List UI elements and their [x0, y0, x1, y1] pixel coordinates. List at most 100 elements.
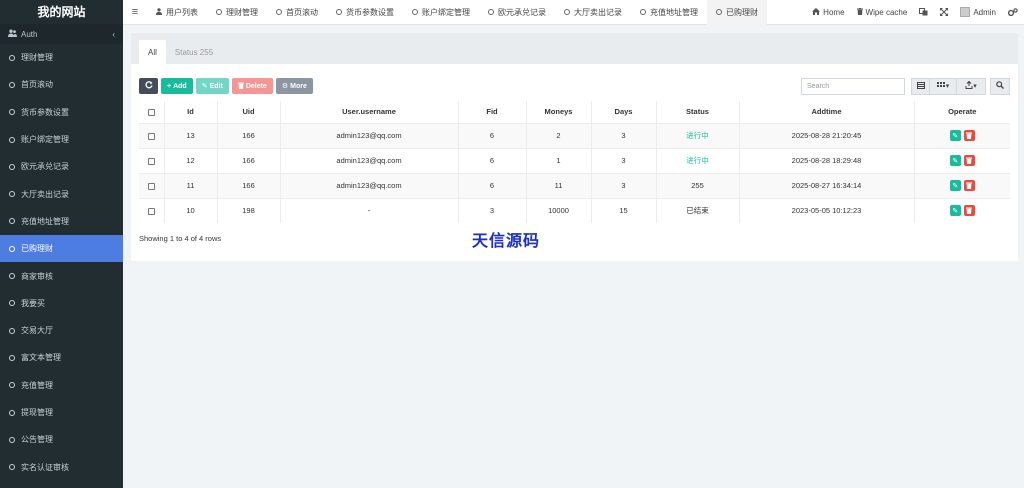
fullscreen-icon[interactable] — [934, 8, 954, 16]
delete-row-button[interactable] — [963, 130, 975, 141]
row-select-cell[interactable] — [139, 147, 165, 173]
sidebar-item[interactable]: 实名认证审核 — [0, 453, 123, 480]
column-header[interactable]: Uid — [217, 101, 281, 123]
delete-button[interactable]: Delete — [231, 78, 273, 94]
select-all-checkbox[interactable] — [147, 108, 155, 116]
sidebar-item[interactable]: 提现管理 — [0, 399, 123, 426]
sidebar-item-label: 交易大厅 — [21, 326, 53, 336]
nav-tab[interactable]: 货币参数设置 — [327, 0, 403, 25]
sidebar-item[interactable]: 账户绑定管理 — [0, 126, 123, 153]
export-button[interactable]: ▾ — [957, 77, 986, 95]
nav-tab[interactable]: 欧元承兑记录 — [479, 0, 555, 25]
sidebar-item[interactable]: 公告管理 — [0, 426, 123, 453]
sidebar-auth-header[interactable]: Auth ‹ — [0, 24, 123, 44]
sidebar-item[interactable]: 大厅卖出记录 — [0, 180, 123, 207]
table-row[interactable]: 10 198-3 10000 15 已结束 2023-05-05 10:12:23 ✎ — [139, 197, 1010, 223]
edit-row-button[interactable]: ✎ — [949, 155, 961, 166]
watermark-text: 天信源码 — [472, 233, 541, 250]
circle-icon — [488, 9, 494, 15]
nav-tab-label: 账户绑定管理 — [422, 7, 470, 17]
row-select-cell[interactable] — [139, 197, 165, 223]
nav-tab[interactable]: 已购理财 — [707, 0, 767, 25]
column-header[interactable]: User.username — [280, 101, 459, 123]
sidebar-item[interactable]: 充值地址管理 — [0, 208, 123, 235]
nav-tab[interactable]: 首页滚动 — [267, 0, 327, 25]
sidebar-item-label: 我要买 — [21, 298, 45, 308]
wipe-cache-button[interactable]: Wipe cache — [851, 7, 914, 17]
column-header[interactable]: Operate — [914, 101, 1010, 123]
search-icon — [996, 81, 1004, 91]
table-row[interactable]: 12 166 admin123@qq.com 6 1 3 进行中 2025-08-28 18:… — [139, 147, 1010, 173]
circle-icon — [9, 245, 15, 252]
chevron-left-icon[interactable]: ‹ — [112, 30, 115, 39]
more-button[interactable]: ⚙ More — [275, 78, 313, 94]
add-button[interactable]: + Add — [161, 78, 193, 94]
card-view-button[interactable] — [911, 77, 930, 95]
nav-tab[interactable]: 账户绑定管理 — [403, 0, 479, 25]
home-link[interactable]: Home — [806, 7, 850, 17]
row-checkbox[interactable] — [147, 207, 155, 215]
delete-row-button[interactable] — [963, 155, 975, 166]
edit-button[interactable]: ✎ Edit — [195, 78, 229, 94]
row-select-cell[interactable] — [139, 172, 165, 198]
column-header[interactable]: Id — [164, 101, 218, 123]
table-row[interactable]: 13 166 admin123@qq.com 6 2 3 进行中 2025-08-28 21:… — [139, 122, 1010, 148]
hamburger-menu-icon[interactable]: ≡ — [123, 6, 147, 18]
cell-id: 10 — [164, 197, 218, 223]
sidebar-item[interactable]: 首页滚动 — [0, 71, 123, 98]
column-header[interactable]: Addtime — [739, 101, 915, 123]
sidebar-item[interactable]: 已购理财 — [0, 235, 123, 263]
panel-tab[interactable]: Status 255 — [166, 40, 222, 64]
edit-row-button[interactable]: ✎ — [949, 180, 961, 191]
sidebar-item[interactable]: 富文本管理 — [0, 344, 123, 371]
nav-tab[interactable]: 大厅卖出记录 — [555, 0, 631, 25]
sidebar-item-label: 充值管理 — [21, 380, 53, 390]
panel-tab[interactable]: All — [139, 40, 166, 64]
nav-tab-label: 充值地址管理 — [650, 7, 698, 17]
sidebar-item[interactable]: 交易大厅 — [0, 317, 123, 344]
column-header[interactable]: Fid — [458, 101, 527, 123]
sidebar-item[interactable]: 商家审核 — [0, 262, 123, 289]
admin-menu[interactable]: Admin — [954, 7, 1002, 17]
cell-addtime: 2025-08-28 21:20:45 — [739, 122, 915, 148]
sidebar-item-label: 提现管理 — [21, 408, 53, 417]
column-header[interactable]: Status — [656, 101, 740, 123]
edit-row-button[interactable]: ✎ — [949, 205, 961, 217]
operate-cell: ✎ — [914, 172, 1010, 198]
cell-uid: 198 — [217, 197, 281, 223]
refresh-button[interactable] — [139, 78, 158, 94]
column-header[interactable]: Moneys — [526, 101, 592, 123]
cell-addtime: 2023-05-05 10:12:23 — [739, 197, 915, 223]
circle-icon — [276, 9, 282, 15]
search-input[interactable]: Search — [801, 77, 905, 95]
nav-tab[interactable]: 用户列表 — [147, 0, 207, 25]
table-row[interactable]: 11 166 admin123@qq.com 6 11 3 255 2025-08-27 16… — [139, 172, 1010, 198]
cell-status: 255 — [656, 172, 740, 198]
table-icon — [916, 81, 925, 91]
nav-tab[interactable]: 充值地址管理 — [631, 0, 707, 25]
edit-row-button[interactable]: ✎ — [949, 130, 961, 141]
row-checkbox[interactable] — [147, 182, 155, 190]
advanced-search-button[interactable] — [990, 77, 1010, 95]
translate-icon[interactable] — [913, 8, 934, 16]
sidebar-item[interactable]: 货币参数设置 — [0, 99, 123, 126]
navbar-right: Home Wipe cache Admin — [806, 0, 1024, 25]
row-select-cell[interactable] — [139, 122, 165, 148]
sidebar-item[interactable]: 欧元承兑记录 — [0, 153, 123, 180]
brand-title[interactable]: 我的网站 — [0, 0, 123, 24]
sidebar-item-label: 货币参数设置 — [21, 107, 69, 117]
sidebar-item[interactable]: 充值管理 — [0, 372, 123, 399]
circle-icon — [564, 9, 570, 15]
row-checkbox[interactable] — [147, 157, 155, 165]
sidebar-item[interactable]: 我要买 — [0, 290, 123, 317]
gears-icon[interactable] — [1002, 8, 1024, 16]
row-checkbox[interactable] — [147, 132, 155, 140]
select-all-header[interactable] — [139, 101, 165, 123]
delete-row-button[interactable] — [963, 180, 975, 191]
cell-id: 13 — [164, 122, 218, 148]
columns-button[interactable]: ▾ — [930, 77, 957, 95]
sidebar-item[interactable]: 理财管理 — [0, 44, 123, 71]
nav-tab[interactable]: 理财管理 — [207, 0, 267, 25]
delete-row-button[interactable] — [963, 205, 975, 217]
column-header[interactable]: Days — [591, 101, 657, 123]
